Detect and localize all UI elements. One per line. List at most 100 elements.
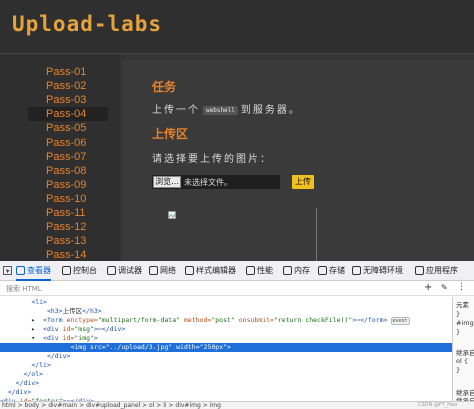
dom-indent xyxy=(0,352,47,360)
dom-indent: ▸ xyxy=(0,316,44,324)
devtools-tab-storage[interactable]: 存储 xyxy=(318,261,345,281)
browse-button[interactable]: 浏览... xyxy=(153,176,181,188)
dom-token: <div xyxy=(43,334,63,342)
dom-node[interactable]: ▸ <form enctype="multipart/form-data" me… xyxy=(0,316,452,325)
sidebar-item-pass-04[interactable]: Pass-04 xyxy=(28,107,108,122)
dom-token: "250px" xyxy=(199,343,228,351)
task-heading: 任务 xyxy=(152,80,177,94)
dom-token: <img xyxy=(70,343,91,351)
overflow-menu-icon[interactable]: ⋮ xyxy=(457,282,466,292)
dom-node[interactable]: ▸ <div id="msg">⋯</div> xyxy=(0,325,452,334)
dom-token: "img" xyxy=(74,334,94,342)
storage-icon xyxy=(318,266,327,275)
dom-token: method= xyxy=(183,316,212,324)
devtools-panel: 查看器 控制台 调试器 网络 样式编辑器 性能 内存 存储 无障碍环境 应用程序 搜索 HTML … xyxy=(0,261,474,409)
sidebar-item-pass-11[interactable]: Pass-11 xyxy=(28,206,108,220)
accessibility-icon xyxy=(352,266,361,275)
devtools-tab-style-editor[interactable]: 样式编辑器 xyxy=(185,261,236,281)
sidebar-item-pass-06[interactable]: Pass-06 xyxy=(28,136,108,150)
dom-node[interactable]: <h3>上传区</h3> xyxy=(0,307,452,316)
dom-token: "multipart/form-data" xyxy=(97,316,184,324)
header: Upload-labs xyxy=(0,0,474,54)
dom-node[interactable]: </div> xyxy=(0,352,452,361)
devtools-tab-memory[interactable]: 内存 xyxy=(283,261,310,281)
sidebar-item-pass-03[interactable]: Pass-03 xyxy=(28,93,108,107)
dom-indent xyxy=(0,361,31,369)
node-breadcrumb[interactable]: html > body > div#main > div#upload_pane… xyxy=(0,401,474,409)
dom-token: </div> xyxy=(15,379,40,387)
style-editor-icon xyxy=(185,266,194,275)
devtools-tab-network[interactable]: 网络 xyxy=(149,261,176,281)
task-text-before: 上传一个 xyxy=(152,105,200,116)
broken-image-icon xyxy=(168,211,176,219)
dom-token: <div xyxy=(43,325,63,333)
task-code: webshell xyxy=(203,105,238,115)
dom-indent xyxy=(0,307,47,315)
sidebar-item-pass-07[interactable]: Pass-07 xyxy=(28,150,108,164)
site-logo[interactable]: Upload-labs xyxy=(12,12,162,36)
upload-button[interactable]: 上传 xyxy=(292,175,314,189)
sidebar-item-pass-08[interactable]: Pass-08 xyxy=(28,164,108,178)
devtools-tab-debugger[interactable]: 调试器 xyxy=(107,261,142,281)
dom-token: </form> xyxy=(360,316,388,324)
devtools-tab-label: 样式编辑器 xyxy=(196,266,236,275)
dom-token: </div> xyxy=(7,388,32,396)
dom-token: </h3> xyxy=(82,307,102,315)
devtools-tab-label: 控制台 xyxy=(73,266,97,275)
dom-node[interactable]: </ol> xyxy=(0,370,452,379)
dom-node[interactable]: <li> xyxy=(0,298,452,307)
sidebar-item-pass-13[interactable]: Pass-13 xyxy=(28,234,108,248)
event-badge[interactable]: event xyxy=(390,317,410,325)
dom-indent xyxy=(0,343,70,351)
sidebar-item-pass-05[interactable]: Pass-05 xyxy=(28,121,108,135)
devtools-tab-accessibility[interactable]: 无障碍环境 xyxy=(352,261,403,281)
sidebar-item-pass-14[interactable]: Pass-14 xyxy=(28,248,108,261)
dom-indent xyxy=(0,298,31,306)
rules-panel: 元素} #img} 继承自 ol {} 继承自 继承自 xyxy=(452,297,474,401)
performance-icon xyxy=(246,266,255,275)
sidebar-item-pass-12[interactable]: Pass-12 xyxy=(28,220,108,234)
dom-token: > xyxy=(227,343,231,351)
sidebar-item-pass-10[interactable]: Pass-10 xyxy=(28,192,108,206)
devtools-tab-label: 查看器 xyxy=(27,266,51,275)
web-page: Upload-labs 任务 上传一个 webshell 到服务器。 上传区 请选择… xyxy=(0,0,474,261)
dom-token: 上传区 xyxy=(62,307,83,315)
devtools-searchbar: 搜索 HTML + ✎ ⋮ xyxy=(0,282,474,296)
dom-token: "../upload/3.jpg" xyxy=(105,343,177,351)
dom-node[interactable]: </div> xyxy=(0,388,452,397)
dom-node[interactable]: </div> xyxy=(0,379,452,388)
rules-line: 继承自 xyxy=(456,349,474,357)
devtools-tab-application[interactable]: 应用程序 xyxy=(415,261,458,281)
dom-node[interactable]: </li> xyxy=(0,361,452,370)
devtools-tab-inspector[interactable]: 查看器 xyxy=(16,261,51,281)
devtools-tab-label: 性能 xyxy=(257,266,273,275)
dom-token: onsubmit= xyxy=(238,316,274,324)
sidebar-item-pass-02[interactable]: Pass-02 xyxy=(28,79,108,93)
pick-element-icon[interactable] xyxy=(3,266,12,275)
dom-token: width= xyxy=(176,343,200,351)
devtools-tab-performance[interactable]: 性能 xyxy=(246,261,273,281)
dom-token: > xyxy=(93,334,98,342)
devtools-tab-label: 调试器 xyxy=(118,266,142,275)
sidebar-item-pass-01[interactable]: Pass-01 xyxy=(28,65,108,79)
application-icon xyxy=(415,266,424,275)
add-node-icon[interactable]: + xyxy=(424,282,432,293)
devtools-tab-console[interactable]: 控制台 xyxy=(62,261,97,281)
dom-token: id= xyxy=(62,334,75,342)
upload-heading: 上传区 xyxy=(152,127,189,141)
dom-token: "msg" xyxy=(74,325,94,333)
dom-token: src= xyxy=(90,343,106,351)
dom-indent xyxy=(0,388,8,396)
task-text-after: 到服务器。 xyxy=(240,105,301,116)
sidebar-item-pass-09[interactable]: Pass-09 xyxy=(28,178,108,192)
dom-node-selected[interactable]: <img src="../upload/3.jpg" width="250px"… xyxy=(0,343,452,352)
dom-token: </div> xyxy=(101,325,126,333)
rules-line: ol { xyxy=(456,357,468,365)
dom-tree[interactable]: <li> <h3>上传区</h3> ▸ <form enctype="multi… xyxy=(0,297,452,401)
dom-node[interactable]: ▾ <div id="img"> xyxy=(0,334,452,343)
console-icon xyxy=(62,266,71,275)
dom-token: enctype= xyxy=(66,316,98,324)
devtools-tab-label: 网络 xyxy=(160,266,176,275)
html-search-input[interactable]: 搜索 HTML xyxy=(6,284,42,294)
eyedropper-icon[interactable]: ✎ xyxy=(441,283,448,292)
